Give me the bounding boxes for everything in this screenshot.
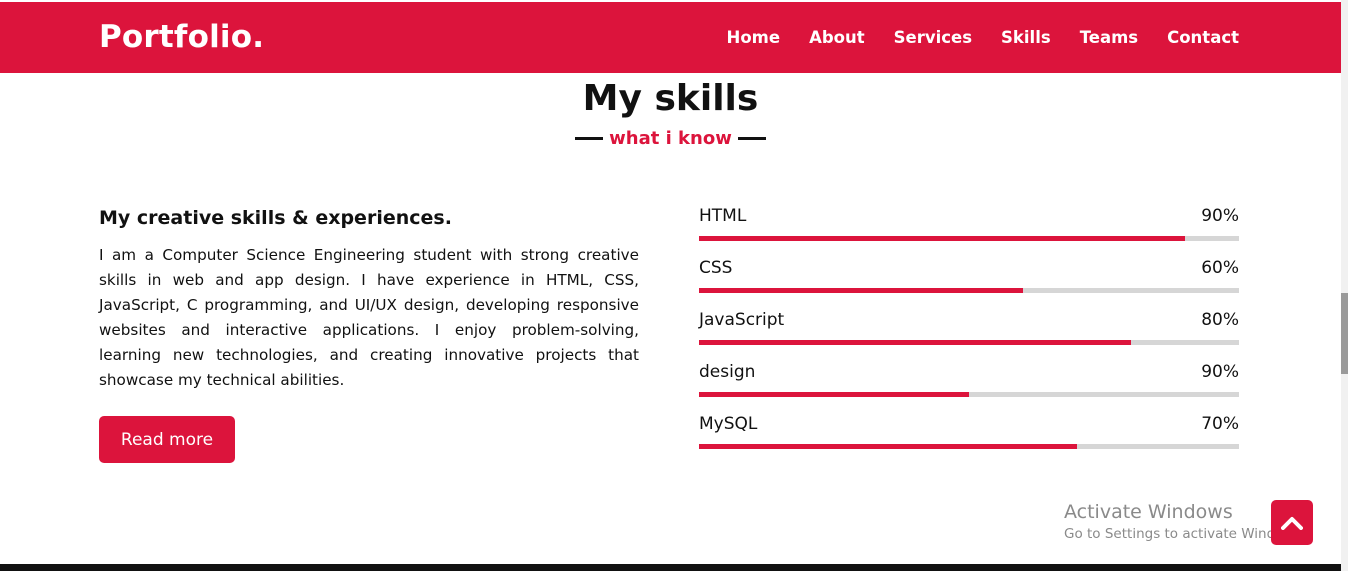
nav-link-services[interactable]: Services [894,28,972,47]
skill-percent: 70% [1201,414,1239,434]
skill-track [699,236,1239,241]
skill-fill [699,392,969,397]
skill-track [699,288,1239,293]
skill-percent: 60% [1201,258,1239,278]
scrollbar-thumb[interactable] [1341,293,1348,374]
nav-link-about[interactable]: About [809,28,865,47]
skills-description: My creative skills & experiences. I am a… [99,207,639,393]
logo[interactable]: Portfolio. [99,19,264,55]
skill-bars: HTML 90% CSS 60% JavaScript 80% design 9… [699,206,1239,466]
skill-name: MySQL [699,414,758,434]
nav-link-home[interactable]: Home [727,28,781,47]
section-title: My skills [582,78,759,119]
activate-windows-title: Activate Windows [1064,501,1233,523]
skill-percent: 90% [1201,362,1239,382]
skill-item: CSS 60% [699,258,1239,310]
nav-link-contact[interactable]: Contact [1167,28,1239,47]
skill-fill [699,288,1023,293]
skill-name: design [699,362,756,382]
skill-track [699,392,1239,397]
skill-fill [699,444,1077,449]
skill-fill [699,236,1185,241]
skill-percent: 80% [1201,310,1239,330]
description-heading: My creative skills & experiences. [99,207,452,229]
skill-name: JavaScript [699,310,785,330]
skill-item: JavaScript 80% [699,310,1239,362]
nav-link-skills[interactable]: Skills [1001,28,1051,47]
skill-fill [699,340,1131,345]
skill-track [699,340,1239,345]
subtitle-text: what i know [609,128,732,149]
skill-item: HTML 90% [699,206,1239,258]
skill-item: MySQL 70% [699,414,1239,466]
nav-menu: Home About Services Skills Teams Contact [727,28,1239,47]
skill-item: design 90% [699,362,1239,414]
chevron-up-icon [1281,516,1303,530]
activate-windows-watermark: Activate Windows Go to Settings to activ… [1064,501,1306,542]
skill-name: HTML [699,206,747,226]
scroll-to-top-button[interactable] [1271,500,1313,545]
section-subtitle: what i know [0,128,1341,149]
description-text: I am a Computer Science Engineering stud… [99,246,639,389]
footer-bar [0,564,1341,571]
activate-windows-subtitle: Go to Settings to activate Windows. [1064,526,1306,542]
skill-name: CSS [699,258,733,278]
scrollbar-track[interactable] [1341,0,1348,571]
subtitle-line-left [575,137,604,140]
skill-percent: 90% [1201,206,1239,226]
navbar: Portfolio. Home About Services Skills Te… [0,2,1341,73]
read-more-button[interactable]: Read more [99,416,235,463]
nav-link-teams[interactable]: Teams [1080,28,1138,47]
subtitle-line-right [737,137,766,140]
skill-track [699,444,1239,449]
